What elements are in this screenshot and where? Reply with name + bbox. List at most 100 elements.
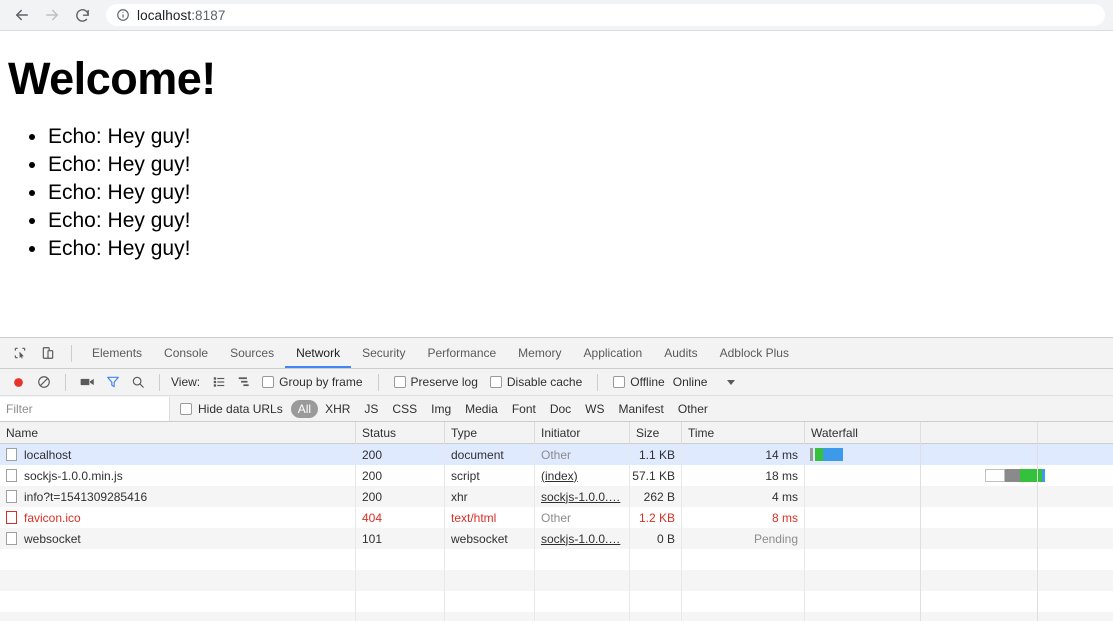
request-initiator[interactable]: sockjs-1.0.0.… (541, 490, 620, 504)
reload-button[interactable] (68, 1, 96, 29)
list-item: Echo: Hey guy! (48, 235, 1105, 263)
view-list-button[interactable] (206, 370, 231, 394)
toolbar-divider (377, 373, 379, 391)
tab-network[interactable]: Network (285, 338, 351, 368)
type-filter-doc[interactable]: Doc (543, 400, 578, 418)
request-name-cell[interactable]: websocket (0, 528, 356, 549)
tab-adblock-plus[interactable]: Adblock Plus (709, 338, 800, 368)
forward-button[interactable] (38, 1, 66, 29)
throttling-select[interactable]: Online (673, 375, 736, 389)
address-bar[interactable]: localhost:8187 (106, 4, 1105, 26)
request-type: text/html (445, 507, 535, 528)
request-name-cell[interactable]: localhost (0, 444, 356, 465)
column-header-time[interactable]: Time (682, 422, 805, 444)
column-header-size[interactable]: Size (630, 422, 682, 444)
xhr-file-icon (6, 490, 17, 503)
type-filter-media[interactable]: Media (458, 400, 505, 418)
request-initiator[interactable]: sockjs-1.0.0.… (541, 532, 620, 546)
funnel-filter-icon (106, 376, 119, 388)
toolbar-divider (65, 373, 66, 391)
offline-label: Offline (630, 375, 665, 389)
request-status: 101 (356, 528, 445, 549)
back-button[interactable] (8, 1, 36, 29)
column-header-status[interactable]: Status (356, 422, 445, 444)
table-row[interactable]: sockjs-1.0.0.min.js 200 script (index) 5… (0, 465, 1113, 486)
arrow-right-icon (46, 9, 58, 21)
search-button[interactable] (125, 370, 150, 394)
preserve-log-checkbox[interactable]: Preserve log (393, 375, 478, 389)
tab-elements[interactable]: Elements (81, 338, 153, 368)
tab-audits[interactable]: Audits (653, 338, 708, 368)
request-name-cell[interactable]: sockjs-1.0.0.min.js (0, 465, 356, 486)
type-filter-ws[interactable]: WS (578, 400, 611, 418)
request-size: 1.1 KB (630, 444, 682, 465)
request-name: sockjs-1.0.0.min.js (24, 468, 123, 483)
tab-sources[interactable]: Sources (219, 338, 285, 368)
checkbox-box (613, 376, 626, 388)
request-name-cell[interactable]: info?t=1541309285416 (0, 486, 356, 507)
view-waterfall-button[interactable] (231, 370, 256, 394)
disable-cache-checkbox[interactable]: Disable cache (489, 375, 583, 389)
websocket-file-icon (6, 532, 17, 545)
document-file-icon (6, 448, 17, 461)
column-header-name[interactable]: Name (0, 422, 356, 444)
filter-button[interactable] (100, 370, 125, 394)
type-filter-manifest[interactable]: Manifest (612, 400, 671, 418)
request-name: websocket (24, 531, 81, 546)
type-filter-other[interactable]: Other (671, 400, 715, 418)
checkbox-box (262, 376, 275, 388)
record-circle-icon (14, 377, 23, 387)
inspect-element-button[interactable] (6, 340, 34, 366)
request-initiator: Other (541, 510, 572, 525)
tab-memory[interactable]: Memory (507, 338, 572, 368)
column-header-type[interactable]: Type (445, 422, 535, 444)
request-initiator[interactable]: (index) (541, 469, 578, 483)
table-row[interactable]: info?t=1541309285416 200 xhr sockjs-1.0.… (0, 486, 1113, 507)
capture-screenshots-button[interactable] (75, 370, 100, 394)
request-type: script (445, 465, 535, 486)
tab-security[interactable]: Security (351, 338, 416, 368)
hide-data-urls-checkbox[interactable]: Hide data URLs (180, 402, 283, 416)
tab-performance[interactable]: Performance (416, 338, 507, 368)
request-waterfall-cell (805, 486, 1113, 507)
table-header-row: Name Status Type Initiator Size Time Wat… (0, 422, 1113, 444)
offline-checkbox[interactable]: Offline (613, 375, 665, 389)
table-row[interactable]: localhost 200 document Other 1.1 KB 14 m… (0, 444, 1113, 465)
waterfall-segment-download (1042, 469, 1045, 482)
record-button[interactable] (6, 370, 31, 394)
waterfall-segment-waiting (1020, 469, 1042, 482)
disable-cache-label: Disable cache (506, 375, 583, 389)
checkbox-box (393, 376, 406, 388)
type-filter-js[interactable]: JS (357, 400, 385, 418)
list-item: Echo: Hey guy! (48, 151, 1105, 179)
chevron-down-icon (727, 379, 736, 385)
waterfall-segment-waiting (815, 448, 823, 461)
column-header-initiator[interactable]: Initiator (535, 422, 630, 444)
table-row[interactable]: favicon.ico 404 text/html Other 1.2 KB 8… (0, 507, 1113, 528)
network-filter-bar: Hide data URLs All XHR JS CSS Img Media … (0, 396, 1113, 422)
type-filter-css[interactable]: CSS (385, 400, 424, 418)
device-toolbar-button[interactable] (34, 340, 62, 366)
type-filter-font[interactable]: Font (505, 400, 543, 418)
group-by-frame-checkbox[interactable]: Group by frame (262, 375, 363, 389)
filter-input[interactable] (0, 396, 170, 421)
type-filter-xhr[interactable]: XHR (318, 400, 357, 418)
network-requests-table: Name Status Type Initiator Size Time Wat… (0, 422, 1113, 621)
column-header-waterfall[interactable]: Waterfall (805, 422, 1113, 444)
devtools-tabbar: Elements Console Sources Network Securit… (0, 338, 1113, 369)
waterfall-segment-blocked (1005, 469, 1020, 482)
tab-application[interactable]: Application (573, 338, 654, 368)
info-circle-icon[interactable] (116, 8, 130, 22)
table-row[interactable]: websocket 101 websocket sockjs-1.0.0.… 0… (0, 528, 1113, 549)
request-name-cell[interactable]: favicon.ico (0, 507, 356, 528)
request-time: 8 ms (682, 507, 805, 528)
tab-console[interactable]: Console (153, 338, 219, 368)
inspect-element-icon (14, 347, 26, 359)
type-filter-img[interactable]: Img (424, 400, 458, 418)
type-filter-all[interactable]: All (290, 399, 319, 418)
request-waterfall-cell (805, 507, 1113, 528)
clear-button[interactable] (31, 370, 56, 394)
empty-table-area (0, 549, 1113, 621)
error-file-icon (6, 511, 17, 524)
request-status: 200 (356, 465, 445, 486)
